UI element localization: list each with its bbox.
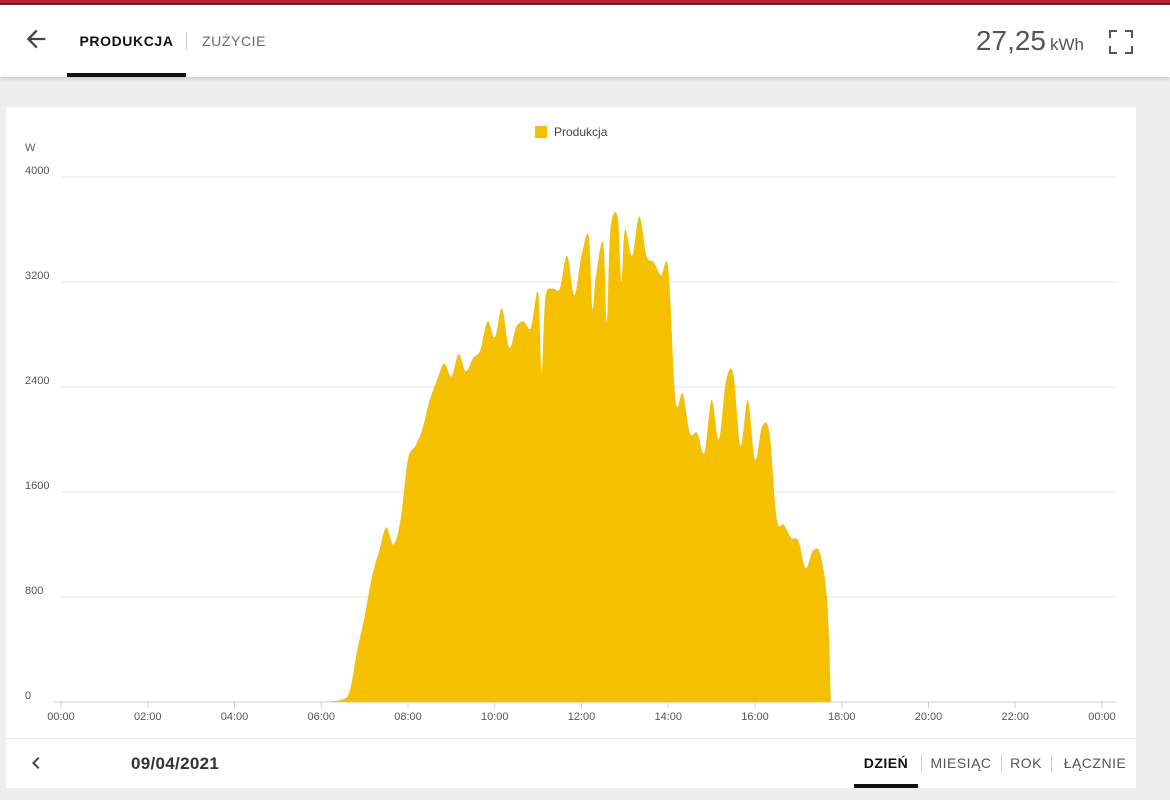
- tab-production[interactable]: PRODUKCJA: [67, 5, 186, 77]
- x-tick-label: 04:00: [221, 711, 249, 723]
- x-tick-label: 14:00: [654, 711, 682, 723]
- y-tick-label: 3200: [25, 270, 49, 282]
- tab-consumption[interactable]: ZUŻYCIE: [202, 5, 266, 77]
- x-axis-ticks: 00:00 02:00 04:00 06:00 08:00 10:00 12:00 14:00…: [47, 702, 1116, 723]
- x-tick-label: 20:00: [915, 711, 943, 723]
- period-total[interactable]: ŁĄCZNIE: [1056, 739, 1134, 788]
- selected-date: 09/04/2021: [131, 754, 220, 773]
- period-day[interactable]: DZIEŃ: [854, 739, 918, 788]
- x-tick-label: 16:00: [741, 711, 769, 723]
- production-chart: 0 800 1600 2400 3200 4000 00:00 02:00 04:00 06:0…: [25, 125, 1116, 723]
- x-tick-label: 08:00: [394, 711, 422, 723]
- x-tick-label: 02:00: [134, 711, 162, 723]
- y-tick-label: 0: [25, 690, 31, 702]
- tab-divider: [186, 32, 187, 50]
- x-tick-label: 00:00: [1088, 711, 1116, 723]
- x-tick-label: 22:00: [1001, 711, 1029, 723]
- x-tick-label: 00:00: [47, 711, 75, 723]
- y-tick-label: 800: [25, 585, 43, 597]
- y-tick-label: 2400: [25, 375, 49, 387]
- energy-total-unit: kWh: [1050, 35, 1084, 54]
- footer: 09/04/2021 DZIEŃ MIESIĄC ROK ŁĄCZNIE: [6, 738, 1136, 788]
- energy-total-value: 27,25: [975, 25, 1046, 56]
- period-year[interactable]: ROK: [1004, 739, 1048, 788]
- x-tick-label: 10:00: [481, 711, 509, 723]
- y-axis-label: W: [25, 142, 36, 154]
- y-tick-label: 1600: [25, 480, 49, 492]
- period-divider: [921, 755, 922, 772]
- back-button[interactable]: [22, 25, 50, 53]
- period-year-label: ROK: [1010, 755, 1042, 771]
- tab-production-label: PRODUKCJA: [79, 33, 174, 49]
- fullscreen-icon: [1109, 30, 1133, 54]
- x-tick-label: 06:00: [307, 711, 335, 723]
- arrow-left-icon: [26, 29, 46, 49]
- y-axis-ticks: 0 800 1600 2400 3200 4000: [25, 165, 49, 702]
- period-divider: [1001, 755, 1002, 772]
- period-total-label: ŁĄCZNIE: [1063, 755, 1127, 771]
- x-tick-label: 18:00: [828, 711, 856, 723]
- series-area-produkcja: [321, 211, 831, 703]
- chart-legend[interactable]: Produkcja: [535, 125, 608, 139]
- period-month-label: MIESIĄC: [930, 755, 992, 771]
- period-month[interactable]: MIESIĄC: [924, 739, 998, 788]
- previous-day-button[interactable]: [24, 751, 48, 775]
- tab-consumption-label: ZUŻYCIE: [202, 33, 267, 49]
- header: PRODUKCJA ZUŻYCIE 27,25 kWh: [0, 5, 1170, 77]
- fullscreen-button[interactable]: [1108, 29, 1134, 55]
- chevron-left-icon: [32, 757, 40, 769]
- chart-card: 0 800 1600 2400 3200 4000 00:00 02:00 04:00 06:0…: [6, 107, 1136, 738]
- energy-total: 27,25 kWh: [976, 25, 1084, 57]
- period-divider: [1051, 755, 1052, 772]
- x-tick-label: 12:00: [568, 711, 596, 723]
- period-day-label: DZIEŃ: [863, 755, 909, 771]
- y-tick-label: 4000: [25, 165, 49, 177]
- legend-label: Produkcja: [554, 125, 608, 139]
- legend-swatch: [535, 126, 547, 138]
